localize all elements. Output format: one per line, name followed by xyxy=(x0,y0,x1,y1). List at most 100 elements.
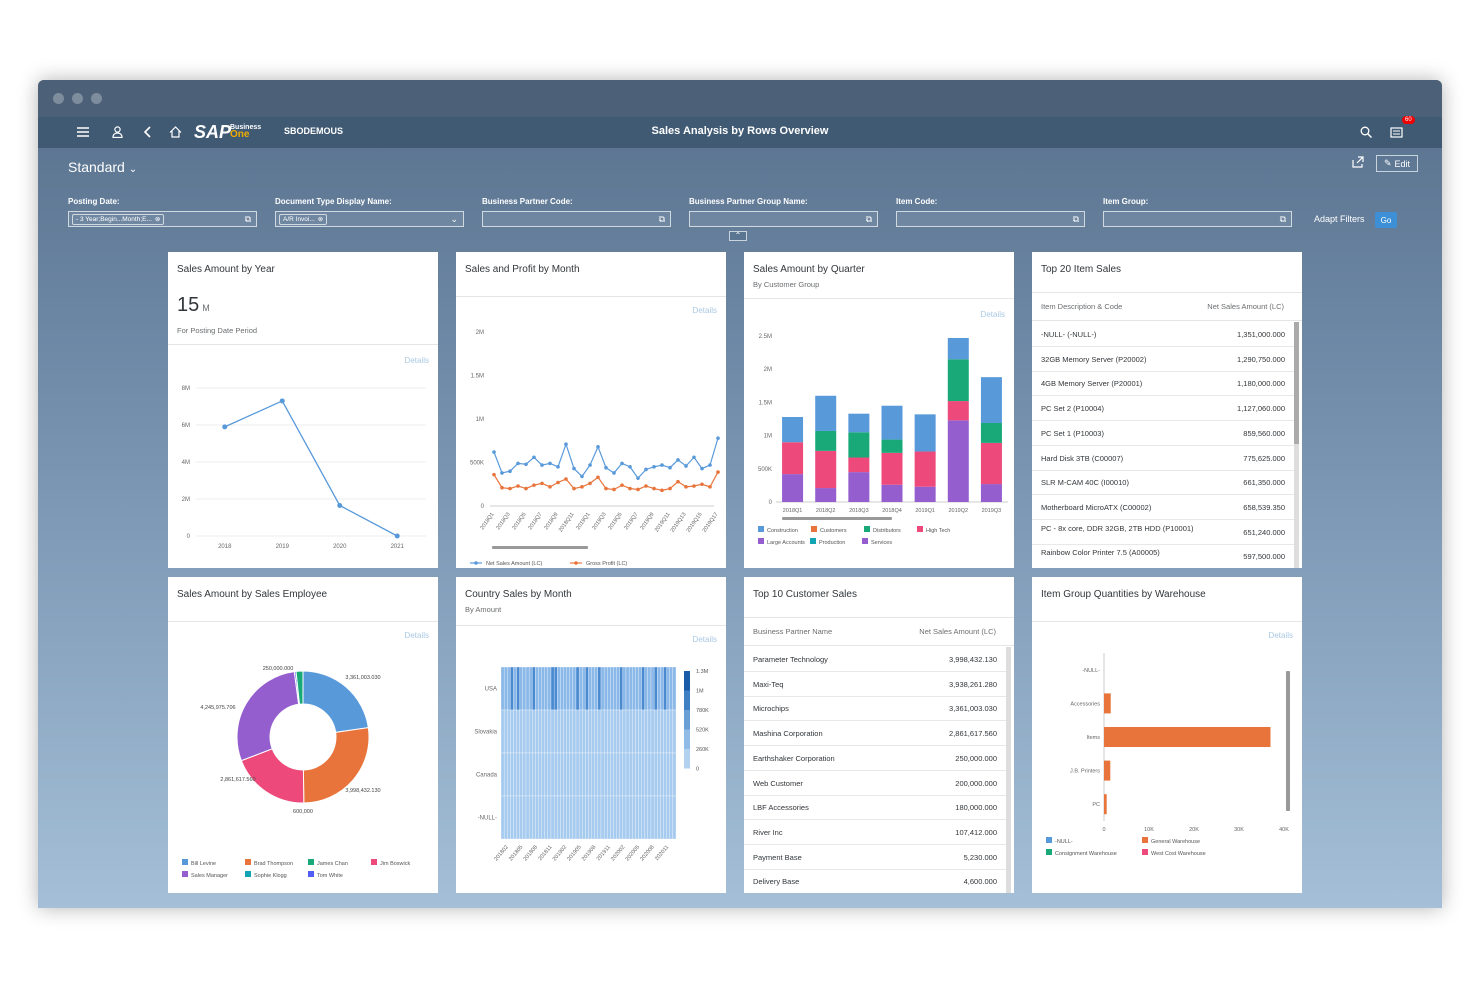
token-remove-icon[interactable]: ⊗ xyxy=(155,215,160,223)
table-row[interactable]: -NULL- (-NULL-) 1,351,000.000 xyxy=(1032,322,1295,347)
details-link[interactable]: Details xyxy=(981,310,1005,319)
heatmap-cell xyxy=(607,795,611,840)
item-group-input[interactable]: ⧉ xyxy=(1103,211,1292,227)
notifications-icon[interactable] xyxy=(1388,124,1404,140)
window-maximize-dot[interactable] xyxy=(91,93,102,104)
table-row[interactable]: Payment Base 5,230.000 xyxy=(744,845,1007,870)
heatmap-cell xyxy=(553,795,558,840)
table-row[interactable]: PC Set 2 (P10004) 1,127,060.000 xyxy=(1032,396,1295,422)
heatmap-cell xyxy=(550,795,555,840)
table-row[interactable]: Mashina Corporation 2,861,617.560 xyxy=(744,721,1007,747)
slice-label: 3,998,432.130 xyxy=(345,788,380,794)
value-help-icon[interactable]: ⧉ xyxy=(866,214,872,225)
table-row[interactable]: Hard Disk 3TB (C00007) 775,625.000 xyxy=(1032,446,1295,471)
scrollbar[interactable] xyxy=(1006,647,1011,893)
slice-label: 600,000 xyxy=(293,809,313,815)
heatmap-cell xyxy=(563,795,567,840)
posting-date-input[interactable]: - 3 Year;Begin...Month;E... ⊗ ⧉ xyxy=(68,211,257,227)
heatmap-cell xyxy=(528,795,533,840)
value-help-icon[interactable]: ⧉ xyxy=(659,214,665,225)
scrollbar[interactable] xyxy=(1294,322,1299,568)
adapt-filters-link[interactable]: Adapt Filters xyxy=(1314,214,1365,224)
table-row[interactable]: PC Set 1 (P10003) 859,560.000 xyxy=(1032,421,1295,446)
data-point xyxy=(644,467,648,472)
heatmap-cell xyxy=(660,795,664,840)
table-row[interactable]: River Inc 107,412.000 xyxy=(744,820,1007,845)
bp-group-input[interactable]: ⧉ xyxy=(689,211,878,227)
legend-scale-label: 0 xyxy=(696,767,699,773)
table-row[interactable]: LBF Accessories 180,000.000 xyxy=(744,795,1007,821)
details-link[interactable]: Details xyxy=(405,356,429,365)
collapse-header-button[interactable]: ⌃ xyxy=(729,231,747,241)
heatmap-cell xyxy=(557,752,561,797)
window-close-dot[interactable] xyxy=(53,93,64,104)
token-remove-icon[interactable]: ⊗ xyxy=(318,215,323,223)
card-sales-profit-by-month[interactable]: Sales and Profit by Month Details 0 500K 1… xyxy=(456,252,726,568)
details-link[interactable]: Details xyxy=(1269,631,1293,640)
table-row[interactable]: Delivery Base 4,600.000 xyxy=(744,869,1007,893)
filter-token[interactable]: - 3 Year;Begin...Month;E... ⊗ xyxy=(72,213,165,225)
go-button[interactable]: Go xyxy=(1375,212,1397,228)
heatmap-cell xyxy=(538,752,542,797)
details-link[interactable]: Details xyxy=(693,306,717,315)
filter-token[interactable]: A/R Invoi... ⊗ xyxy=(279,213,328,225)
document-type-select[interactable]: A/R Invoi... ⊗ ⌄ xyxy=(275,211,464,227)
table-row[interactable]: Motherboard MicroATX (C00002) 658,539.350 xyxy=(1032,495,1295,520)
bar xyxy=(1104,727,1271,747)
heatmap-cell xyxy=(538,795,542,840)
heatmap-cell xyxy=(641,666,645,711)
column-header-partner[interactable]: Business Partner Name xyxy=(753,627,832,636)
details-link[interactable]: Details xyxy=(693,635,717,644)
table-row[interactable]: Parameter Technology 3,998,432.130 xyxy=(744,647,1007,672)
share-icon[interactable] xyxy=(1352,156,1364,171)
bar xyxy=(1104,794,1107,815)
table-row[interactable]: Rainbow Color Printer 7.5 (A00005) 597,50… xyxy=(1032,544,1295,568)
edit-button[interactable]: ✎ Edit xyxy=(1376,155,1418,172)
card-sales-by-quarter[interactable]: Sales Amount by Quarter By Customer Grou… xyxy=(744,252,1014,568)
data-point xyxy=(700,482,704,487)
value-help-icon[interactable]: ⧉ xyxy=(1280,214,1286,225)
heatmap-cell xyxy=(566,666,570,711)
variant-selector[interactable]: Standard ⌄ xyxy=(68,159,137,175)
data-point xyxy=(660,488,664,493)
bp-code-input[interactable]: ⧉ xyxy=(482,211,671,227)
table-row[interactable]: 4GB Memory Server (P20001) 1,180,000.000 xyxy=(1032,371,1295,397)
heatmap-cell xyxy=(550,752,555,797)
dropdown-arrow-icon[interactable]: ⌄ xyxy=(450,214,458,225)
legend-swatch xyxy=(810,538,816,544)
table-row[interactable]: Maxi-Teq 3,938,261.280 xyxy=(744,672,1007,697)
value-help-icon[interactable]: ⧉ xyxy=(245,214,251,225)
table-row[interactable]: PC - 8x core, DDR 32GB, 2TB HDD (P10001)… xyxy=(1032,520,1295,545)
table-row[interactable]: Microchips 3,361,003.030 xyxy=(744,696,1007,722)
card-sales-by-employee[interactable]: Sales Amount by Sales Employee Details 3… xyxy=(168,577,438,893)
item-code-input[interactable]: ⧉ xyxy=(896,211,1085,227)
table-row[interactable]: SLR M-CAM 40C (I00010) 661,350.000 xyxy=(1032,470,1295,496)
table-row[interactable]: 32GB Memory Server (P20002) 1,290,750.000 xyxy=(1032,347,1295,372)
legend-label: Bill Levine xyxy=(191,861,216,867)
details-link[interactable]: Details xyxy=(405,631,429,640)
card-top-10-customers[interactable]: Top 10 Customer Sales Business Partner N… xyxy=(744,577,1014,893)
heatmap-cell xyxy=(585,752,589,797)
heatmap-cell xyxy=(544,795,549,840)
window-minimize-dot[interactable] xyxy=(72,93,83,104)
y-tick-label: 1M xyxy=(476,417,484,423)
search-icon[interactable] xyxy=(1358,124,1374,140)
table-row[interactable]: Web Customer 200,000.000 xyxy=(744,771,1007,796)
card-sales-by-year[interactable]: Sales Amount by Year 15 M For Posting Dat… xyxy=(168,252,438,568)
row-name: Web Customer xyxy=(753,778,803,788)
card-top-20-items[interactable]: Top 20 Item Sales Item Description & Cod… xyxy=(1032,252,1302,568)
data-point xyxy=(620,483,624,487)
y-tick-label: PC xyxy=(1092,802,1100,808)
column-header-amount[interactable]: Net Sales Amount (LC) xyxy=(919,627,996,636)
card-item-group-warehouse[interactable]: Item Group Quantities by Warehouse Detai… xyxy=(1032,577,1302,893)
card-country-sales[interactable]: Country Sales by Month By Amount Details… xyxy=(456,577,726,893)
heatmap-cell xyxy=(513,795,517,840)
column-header-amount[interactable]: Net Sales Amount (LC) xyxy=(1207,302,1284,311)
range-scrollbar xyxy=(782,517,892,520)
value-help-icon[interactable]: ⧉ xyxy=(1073,214,1079,225)
table-row[interactable]: Earthshaker Corporation 250,000.000 xyxy=(744,746,1007,771)
legend-scale-label: 780K xyxy=(696,708,709,714)
column-header-item[interactable]: Item Description & Code xyxy=(1041,302,1122,311)
heatmap-cell xyxy=(600,752,605,797)
x-tick-label: 201808 xyxy=(523,844,539,862)
